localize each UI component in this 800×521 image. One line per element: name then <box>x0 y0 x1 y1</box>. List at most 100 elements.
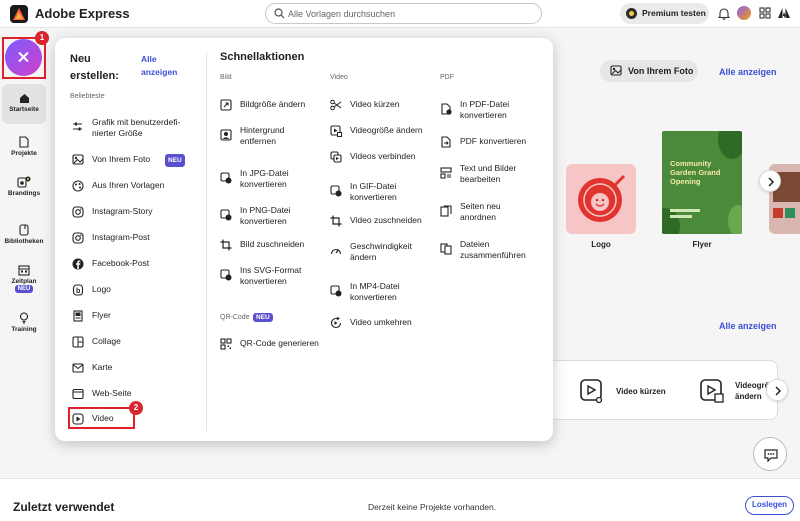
quick-action-label[interactable]: ändern <box>735 392 762 401</box>
carousel-next-button[interactable] <box>759 170 781 192</box>
qa-resize-video[interactable]: Videogröße ändern <box>330 125 430 137</box>
file-icon <box>19 136 29 148</box>
recent-title: Zuletzt verwendet <box>13 500 115 514</box>
premium-button[interactable]: Premium testen <box>620 3 709 24</box>
create-card[interactable]: Karte <box>72 362 192 374</box>
create-web-page[interactable]: Web-Seite <box>72 388 192 400</box>
search-bar[interactable] <box>265 3 542 24</box>
qa-change-speed[interactable]: Geschwindigkeit ändern <box>330 241 430 265</box>
annotation-marker-2: 2 <box>129 401 143 415</box>
flyer-template-card[interactable]: Community Garden Grand Opening <box>662 131 742 234</box>
sliders-icon <box>73 122 82 131</box>
carousel-next-button-2[interactable] <box>766 379 788 401</box>
svg-text:b: b <box>76 288 80 295</box>
view-all-link[interactable]: Alle anzeigen <box>719 67 777 77</box>
get-started-button[interactable]: Loslegen <box>745 496 794 515</box>
from-photo-button[interactable]: Von Ihrem Foto <box>600 60 698 82</box>
view-all-templates-link[interactable]: Alle anzeigen <box>141 53 177 79</box>
trim-icon <box>330 99 342 111</box>
quick-action-label[interactable]: Video kürzen <box>616 387 666 396</box>
premium-label: Premium testen <box>642 8 706 18</box>
rail-item-projects[interactable]: Projekte <box>2 136 46 164</box>
logo-icon: b <box>72 284 84 296</box>
qa-convert-png[interactable]: In PNG-Datei konvertieren <box>220 205 320 229</box>
qa-generate-qr-code[interactable]: QR-Code generieren <box>220 338 330 350</box>
qa-crop-image[interactable]: Bild zuschneiden <box>220 239 320 251</box>
annotation-marker-1: 1 <box>35 31 49 45</box>
flyer-card-label: Flyer <box>692 240 712 249</box>
new-badge: NEU <box>253 313 273 322</box>
convert-icon <box>330 185 342 197</box>
column-label-video: Video <box>330 74 348 81</box>
create-from-templates[interactable]: Aus Ihren Vorlagen <box>72 180 192 192</box>
lightbulb-icon <box>19 312 29 324</box>
adobe-icon[interactable] <box>778 7 790 19</box>
create-facebook-post[interactable]: Facebook-Post <box>72 258 192 270</box>
qa-combine-files[interactable]: Dateien zusammenführen <box>440 239 540 263</box>
rail-item-label: Zeitplan <box>11 278 37 285</box>
chat-help-button[interactable] <box>753 437 787 471</box>
web-icon <box>72 388 84 400</box>
rail-item-home[interactable]: Startseite <box>2 84 46 124</box>
quick-action-label[interactable]: Videogrö <box>735 381 770 390</box>
qa-reorder-pages[interactable]: Seiten neu anordnen <box>440 201 540 225</box>
quick-actions-strip: Video kürzen Videogrö ändern <box>540 360 778 420</box>
cuppa-cheer-logo-icon <box>578 174 626 222</box>
qr-icon <box>220 338 232 350</box>
reverse-icon <box>330 317 342 329</box>
create-from-photo[interactable]: Von Ihrem Foto NEU <box>72 154 192 167</box>
resize-icon <box>330 125 342 137</box>
rail-item-label: Bibliotheken <box>4 238 44 245</box>
annotation-highlight-video <box>68 407 135 429</box>
panel-divider <box>206 53 207 431</box>
recent-section: Zuletzt verwendet Derzeit keine Projekte… <box>0 478 800 521</box>
crop-icon <box>220 239 232 251</box>
bell-icon[interactable] <box>718 7 730 20</box>
rail-item-brands[interactable]: Brandings <box>2 176 46 204</box>
qa-convert-jpg[interactable]: In JPG-Datei konvertieren <box>220 168 320 192</box>
qa-convert-gif[interactable]: In GIF-Datei konvertieren <box>330 181 430 205</box>
merge-icon <box>330 151 342 163</box>
search-input[interactable] <box>288 6 528 21</box>
convert-icon <box>220 172 232 184</box>
column-label-qr: QR-Code <box>220 314 250 321</box>
rail-item-schedule[interactable]: Zeitplan NEU <box>2 264 46 300</box>
pages-icon <box>440 205 452 217</box>
top-bar: Adobe Express Premium testen <box>0 0 800 28</box>
new-badge: NEU <box>14 285 34 293</box>
view-all-link-quick-actions[interactable]: Alle anzeigen <box>719 321 777 331</box>
create-instagram-story[interactable]: Instagram-Story <box>72 206 192 218</box>
qa-reverse-video[interactable]: Video umkehren <box>330 317 430 329</box>
rail-item-libraries[interactable]: Bibliotheken <box>2 224 46 252</box>
logo-template-card[interactable] <box>566 164 636 234</box>
resize-icon <box>220 99 232 111</box>
qa-convert-svg[interactable]: Ins SVG-Format konvertieren <box>220 265 320 289</box>
brand-icon <box>17 176 31 188</box>
rail-item-training[interactable]: Training <box>2 312 46 340</box>
apps-grid-icon[interactable] <box>759 7 771 19</box>
photo-icon <box>72 154 84 165</box>
instagram-icon <box>72 206 84 218</box>
qa-crop-video[interactable]: Video zuschneiden <box>330 215 430 227</box>
convert-icon <box>220 209 232 221</box>
qa-trim-video[interactable]: Video kürzen <box>330 99 430 111</box>
create-flyer[interactable]: Flyer <box>72 310 192 322</box>
convert-icon <box>220 269 232 281</box>
rail-item-label: Training <box>11 326 37 333</box>
left-rail: Startseite Projekte Brandings Bibliothek… <box>0 28 48 478</box>
qa-edit-text-images[interactable]: Text und Bilder bearbeiten <box>440 163 540 187</box>
qa-convert-pdf[interactable]: PDF konvertieren <box>440 136 540 148</box>
qa-remove-background[interactable]: Hintergrund entfernen <box>220 125 320 149</box>
create-logo[interactable]: b Logo <box>72 284 192 296</box>
create-instagram-post[interactable]: Instagram-Post <box>72 232 192 244</box>
create-custom-size[interactable]: Grafik mit benutzerdefi- nierter Größe <box>72 117 192 141</box>
qa-resize-image[interactable]: Bildgröße ändern <box>220 99 320 111</box>
logo-card-label: Logo <box>591 240 611 249</box>
adobe-express-logo-icon[interactable] <box>10 5 28 23</box>
avatar[interactable] <box>737 6 751 20</box>
create-collage[interactable]: Collage <box>72 336 192 348</box>
qa-merge-videos[interactable]: Videos verbinden <box>330 151 430 163</box>
pdf-icon <box>441 136 451 148</box>
qa-convert-mp4[interactable]: In MP4-Datei konvertieren <box>330 281 430 305</box>
qa-convert-to-pdf[interactable]: In PDF-Datei konvertieren <box>440 99 540 123</box>
